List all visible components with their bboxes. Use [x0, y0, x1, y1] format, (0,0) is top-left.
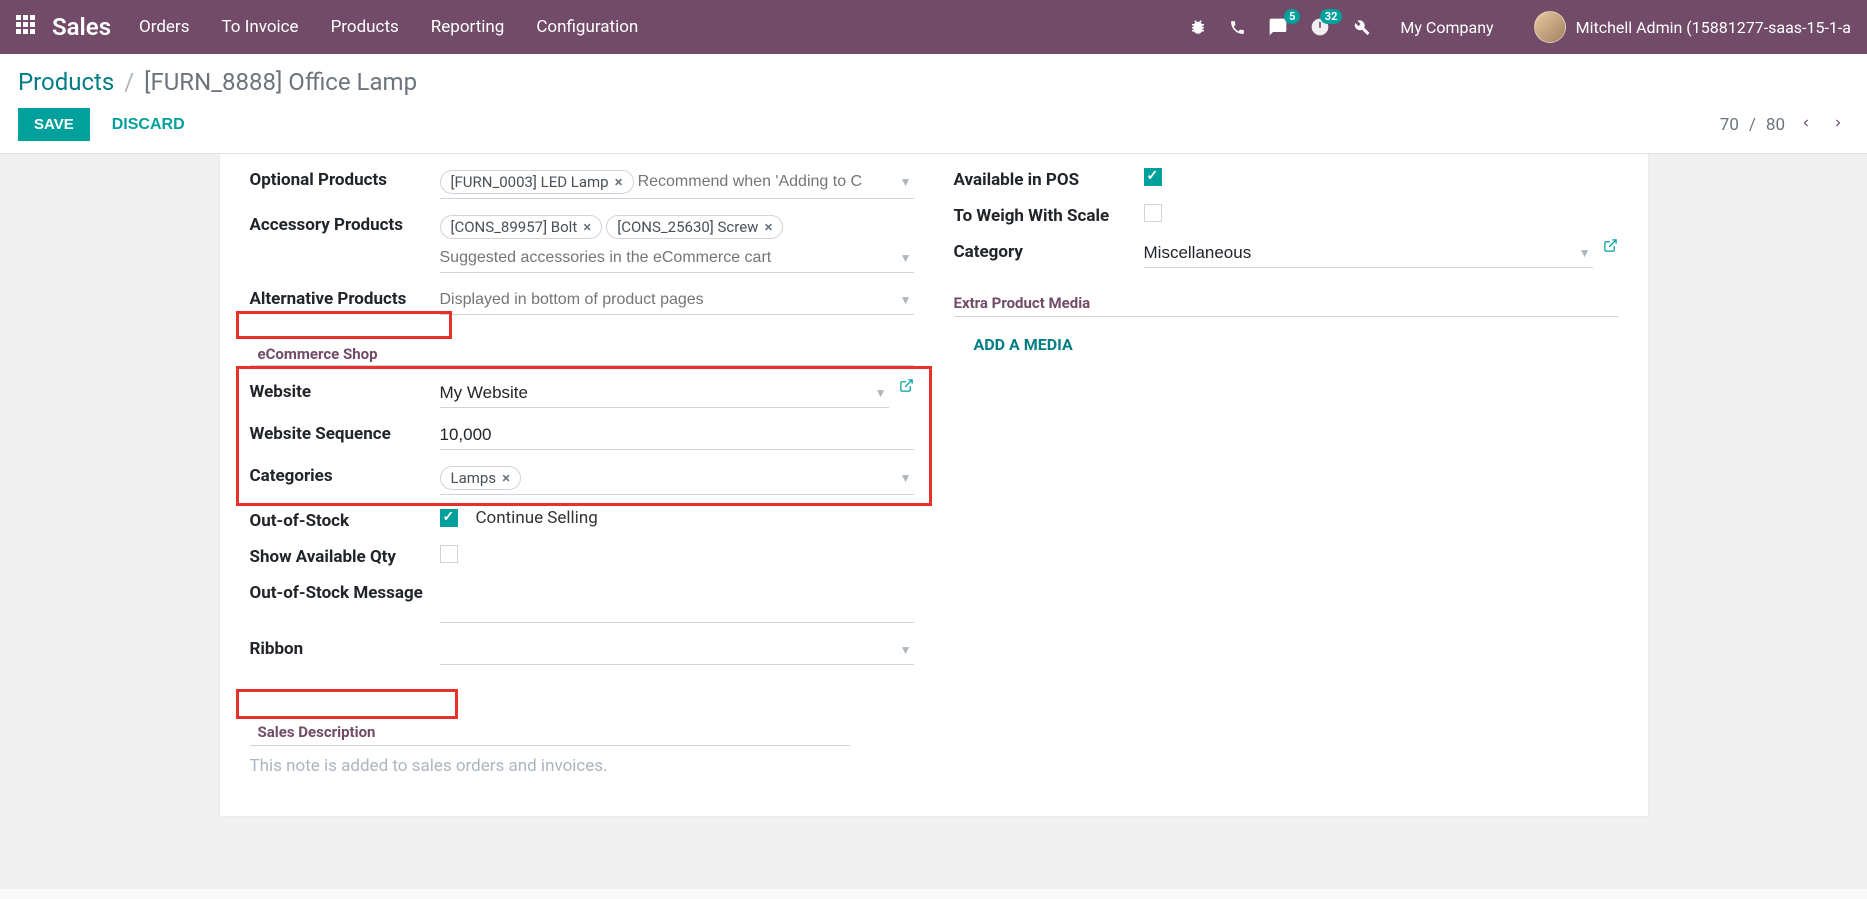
category-field[interactable]: ▼	[1144, 238, 1593, 268]
tag-accessory-0[interactable]: [CONS_89957] Bolt ×	[440, 215, 603, 239]
ribbon-label: Ribbon	[250, 635, 440, 659]
user-menu[interactable]: Mitchell Admin (15881277-saas-15-1-a	[1534, 11, 1851, 43]
right-col: Available in POS To Weigh With Scale Cat…	[954, 154, 1618, 776]
out-of-stock-label: Out-of-Stock	[250, 507, 440, 531]
topnav: Sales Orders To Invoice Products Reporti…	[0, 0, 1867, 54]
to-weigh-label: To Weigh With Scale	[954, 202, 1144, 226]
tag-accessory-1[interactable]: [CONS_25630] Screw ×	[606, 215, 783, 239]
alternative-products-label: Alternative Products	[250, 285, 440, 309]
add-media-button[interactable]: ADD A MEDIA	[974, 335, 1073, 354]
website-input[interactable]	[440, 383, 889, 403]
alternative-products-input[interactable]	[440, 291, 914, 309]
breadcrumb-current: [FURN_8888] Office Lamp	[144, 68, 417, 96]
discard-button[interactable]: DISCARD	[112, 116, 185, 134]
sales-description-placeholder[interactable]: This note is added to sales orders and i…	[250, 756, 914, 776]
chevron-down-icon[interactable]: ▼	[900, 471, 912, 485]
ecommerce-shop-section: eCommerce Shop	[250, 341, 386, 367]
category-input[interactable]	[1144, 243, 1593, 263]
nav-reporting[interactable]: Reporting	[431, 17, 505, 37]
close-icon[interactable]: ×	[502, 469, 510, 487]
accessory-products-label: Accessory Products	[250, 211, 440, 235]
app-name[interactable]: Sales	[52, 13, 111, 41]
optional-products-field[interactable]: [FURN_0003] LED Lamp × ▼	[440, 166, 914, 199]
show-available-qty-label: Show Available Qty	[250, 543, 440, 567]
ribbon-field[interactable]: ▼	[440, 635, 914, 665]
nav-orders[interactable]: Orders	[139, 17, 189, 37]
avatar	[1534, 11, 1566, 43]
apps-icon[interactable]	[16, 15, 36, 39]
phone-icon[interactable]	[1229, 19, 1246, 36]
breadcrumb-sep: /	[124, 68, 134, 96]
chevron-down-icon[interactable]: ▼	[1579, 246, 1591, 260]
actions-bar: SAVE DISCARD 70 / 80	[0, 100, 1867, 153]
messaging-icon[interactable]: 5	[1268, 17, 1288, 37]
available-in-pos-label: Available in POS	[954, 166, 1144, 190]
accessory-products-field[interactable]: [CONS_89957] Bolt × [CONS_25630] Screw ×	[440, 211, 914, 243]
tag-category-0[interactable]: Lamps ×	[440, 466, 522, 490]
accessory-products-placeholder-line[interactable]: ▼	[440, 243, 914, 273]
to-weigh-checkbox[interactable]	[1144, 204, 1162, 222]
chevron-right-icon[interactable]	[1827, 111, 1849, 139]
show-available-qty-checkbox[interactable]	[440, 545, 458, 563]
chevron-down-icon[interactable]: ▼	[900, 643, 912, 657]
continue-selling-label: Continue Selling	[475, 508, 597, 528]
nav-products[interactable]: Products	[331, 17, 399, 37]
out-of-stock-message-field[interactable]	[440, 579, 914, 623]
website-sequence-field[interactable]	[440, 420, 914, 450]
category-label: Category	[954, 238, 1144, 262]
extra-product-media-section: Extra Product Media	[954, 294, 1618, 317]
close-icon[interactable]: ×	[615, 173, 623, 191]
accessory-products-input[interactable]	[440, 249, 914, 267]
username: Mitchell Admin (15881277-saas-15-1-a	[1576, 18, 1851, 37]
pager-sep: /	[1749, 115, 1756, 135]
nav-links: Orders To Invoice Products Reporting Con…	[139, 17, 638, 37]
chevron-down-icon[interactable]: ▼	[900, 293, 912, 307]
company-switcher[interactable]: My Company	[1400, 18, 1493, 37]
website-field[interactable]: ▼	[440, 378, 889, 408]
continue-selling-checkbox[interactable]	[440, 509, 458, 527]
pager-total: 80	[1766, 115, 1785, 135]
nav-configuration[interactable]: Configuration	[536, 17, 638, 37]
alternative-products-field[interactable]: ▼	[440, 285, 914, 315]
out-of-stock-message-label: Out-of-Stock Message	[250, 579, 440, 603]
pager-current[interactable]: 70	[1720, 115, 1739, 135]
optional-products-label: Optional Products	[250, 166, 440, 190]
activities-badge: 32	[1320, 9, 1343, 24]
chevron-left-icon[interactable]	[1795, 111, 1817, 139]
control-panel: Products / [FURN_8888] Office Lamp SAVE …	[0, 54, 1867, 154]
close-icon[interactable]: ×	[583, 218, 591, 236]
messaging-badge: 5	[1284, 9, 1300, 24]
highlight-box-sales-desc	[236, 689, 458, 719]
form-sheet: Optional Products [FURN_0003] LED Lamp ×…	[219, 154, 1649, 817]
external-link-icon[interactable]	[1603, 238, 1618, 257]
breadcrumb: Products / [FURN_8888] Office Lamp	[0, 54, 1867, 100]
ribbon-input[interactable]	[440, 640, 914, 660]
save-button[interactable]: SAVE	[18, 108, 90, 141]
website-sequence-input[interactable]	[440, 425, 914, 445]
available-in-pos-checkbox[interactable]	[1144, 168, 1162, 186]
nav-to-invoice[interactable]: To Invoice	[221, 17, 298, 37]
categories-field[interactable]: Lamps × ▼	[440, 462, 914, 495]
highlight-box-ecom-title	[236, 311, 452, 339]
tag-optional-0[interactable]: [FURN_0003] LED Lamp ×	[440, 170, 634, 194]
chevron-down-icon[interactable]: ▼	[900, 251, 912, 265]
systray: 5 32 My Company Mitchell Admin (15881277…	[1189, 11, 1851, 43]
left-col: Optional Products [FURN_0003] LED Lamp ×…	[250, 154, 914, 776]
chevron-down-icon[interactable]: ▼	[900, 175, 912, 189]
sales-description-section: Sales Description	[250, 719, 384, 745]
chevron-down-icon[interactable]: ▼	[875, 386, 887, 400]
optional-products-input[interactable]	[638, 173, 914, 191]
activities-icon[interactable]: 32	[1310, 17, 1330, 37]
breadcrumb-root[interactable]: Products	[18, 68, 114, 96]
tools-icon[interactable]	[1352, 18, 1370, 36]
bug-icon[interactable]	[1189, 18, 1207, 36]
close-icon[interactable]: ×	[764, 218, 772, 236]
pager: 70 / 80	[1720, 111, 1849, 139]
